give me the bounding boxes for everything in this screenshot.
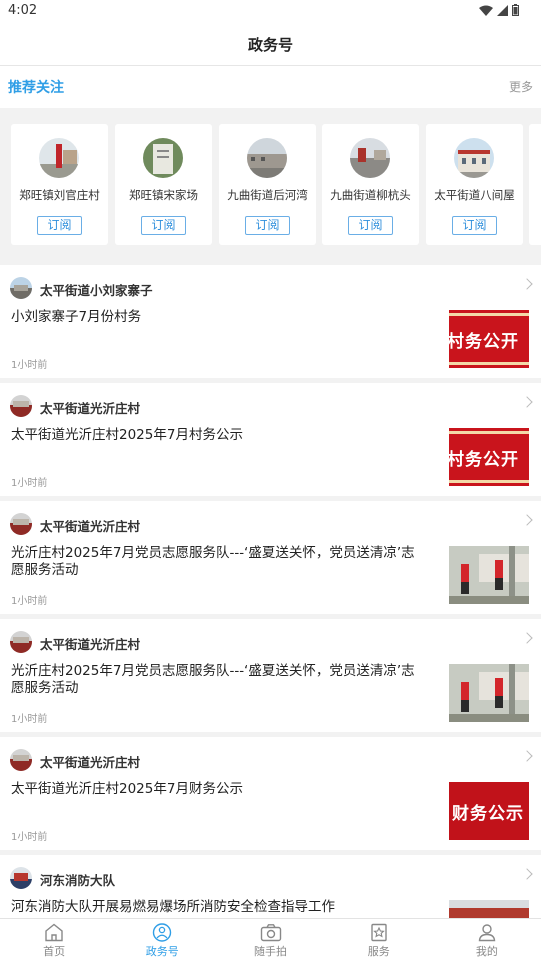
camera-icon [260, 924, 281, 942]
thumbnail-text: 村务公开 [449, 450, 519, 470]
source-name: 太平街道光沂庄村 [40, 755, 141, 770]
post-time: 1小时前 [11, 360, 48, 371]
account-name: 郑旺镇刘官庄村 [19, 188, 100, 202]
tab-label: 我的 [475, 945, 498, 958]
tab-label: 服务 [367, 945, 390, 958]
account-card[interactable] [529, 124, 541, 245]
source-name: 河东消防大队 [40, 873, 116, 888]
post-thumbnail: 村务公开 [449, 428, 529, 486]
feed-item[interactable]: 太平街道小刘家寨子 小刘家寨子7月份村务 1小时前 村务公开 [0, 265, 541, 378]
account-card[interactable]: 郑旺镇刘官庄村 订阅 [11, 124, 108, 245]
page-header: 政务号 [0, 22, 541, 66]
source-avatar [10, 395, 32, 417]
source-name: 太平街道小刘家寨子 [40, 283, 153, 298]
source-name: 太平街道光沂庄村 [40, 519, 141, 534]
account-name: 太平街道八间屋 [434, 188, 515, 202]
account-avatar [247, 138, 287, 178]
recommend-header: 推荐关注 更多 [0, 66, 541, 108]
wifi-icon [479, 5, 493, 16]
recommend-carousel[interactable]: 郑旺镇刘官庄村 订阅 郑旺镇宋家场 订阅 九曲街道后河湾 订阅 九曲街道柳杭头 … [0, 108, 541, 258]
page-title: 政务号 [247, 36, 293, 54]
signal-icon [497, 4, 508, 16]
thumbnail-text: 村务公开 [449, 332, 519, 352]
post-title: 光沂庄村2025年7月党员志愿服务队---‘盛夏送关怀，党员送清凉’志愿服务活动 [11, 545, 415, 578]
account-card[interactable]: 太平街道八间屋 订阅 [426, 124, 523, 245]
account-name: 九曲街道后河湾 [227, 188, 308, 202]
recommend-title: 推荐关注 [8, 80, 64, 96]
post-title: 太平街道光沂庄村2025年7月财务公示 [11, 781, 243, 797]
account-avatar [143, 138, 183, 178]
feed-item[interactable]: 太平街道光沂庄村 太平街道光沂庄村2025年7月村务公示 1小时前 村务公开 [0, 383, 541, 496]
thumbnail-text: 财务公示 [452, 804, 524, 824]
tab-label: 随手拍 [254, 945, 287, 958]
gov-account-icon [153, 923, 172, 942]
source-avatar [10, 749, 32, 771]
source-name: 太平街道光沂庄村 [40, 401, 141, 416]
account-card[interactable]: 九曲街道柳杭头 订阅 [322, 124, 419, 245]
chevron-right-icon [521, 868, 533, 880]
post-title: 光沂庄村2025年7月党员志愿服务队---‘盛夏送关怀，党员送清凉’志愿服务活动 [11, 663, 415, 696]
account-name: 郑旺镇宋家场 [129, 188, 198, 202]
post-time: 1小时前 [11, 714, 48, 725]
home-icon [45, 923, 63, 942]
subscribe-button[interactable]: 订阅 [348, 216, 393, 235]
account-name: 九曲街道柳杭头 [330, 188, 411, 202]
source-avatar [10, 631, 32, 653]
source-avatar [10, 277, 32, 299]
feed-item[interactable]: 太平街道光沂庄村 太平街道光沂庄村2025年7月财务公示 1小时前 财务公示 [0, 737, 541, 850]
post-time: 1小时前 [11, 832, 48, 843]
feed-item[interactable]: 河东消防大队 河东消防大队开展易燃易爆场所消防安全检查指导工作 [0, 855, 541, 919]
feed-item[interactable]: 太平街道光沂庄村 光沂庄村2025年7月党员志愿服务队---‘盛夏送关怀，党员送… [0, 501, 541, 614]
source-name: 太平街道光沂庄村 [40, 637, 141, 652]
tab-label: 首页 [43, 945, 66, 958]
chevron-right-icon [521, 396, 533, 408]
bottom-tab-bar: 首页 政务号 随手拍 服务 我的 [0, 918, 541, 962]
chevron-right-icon [521, 278, 533, 290]
account-card[interactable]: 郑旺镇宋家场 订阅 [115, 124, 212, 245]
chevron-right-icon [521, 514, 533, 526]
status-time: 4:02 [8, 3, 38, 18]
post-thumbnail: 财务公示 [449, 782, 529, 840]
tab-service[interactable]: 服务 [325, 919, 433, 962]
feed-item[interactable]: 太平街道光沂庄村 光沂庄村2025年7月党员志愿服务队---‘盛夏送关怀，党员送… [0, 619, 541, 732]
subscribe-button[interactable]: 订阅 [452, 216, 497, 235]
subscribe-button[interactable]: 订阅 [37, 216, 82, 235]
source-avatar [10, 513, 32, 535]
tab-home[interactable]: 首页 [0, 919, 108, 962]
post-time: 1小时前 [11, 478, 48, 489]
post-thumbnail: 村务公开 [449, 310, 529, 368]
account-card[interactable]: 九曲街道后河湾 订阅 [219, 124, 316, 245]
tab-gov-account[interactable]: 政务号 [108, 919, 216, 962]
account-avatar [350, 138, 390, 178]
account-avatar [39, 138, 79, 178]
post-time: 1小时前 [11, 596, 48, 607]
chevron-right-icon [521, 632, 533, 644]
subscribe-button[interactable]: 订阅 [141, 216, 186, 235]
post-thumbnail [449, 900, 529, 919]
chevron-right-icon [521, 750, 533, 762]
service-icon [371, 923, 387, 942]
subscribe-button[interactable]: 订阅 [245, 216, 290, 235]
source-avatar [10, 867, 32, 889]
post-thumbnail [449, 546, 529, 604]
post-thumbnail [449, 664, 529, 722]
tab-label: 政务号 [145, 945, 179, 958]
tab-profile[interactable]: 我的 [433, 919, 541, 962]
profile-icon [478, 924, 496, 942]
account-avatar [454, 138, 494, 178]
tab-snapshot[interactable]: 随手拍 [216, 919, 324, 962]
more-link[interactable]: 更多 [509, 78, 533, 95]
battery-icon [512, 4, 519, 16]
post-title: 太平街道光沂庄村2025年7月村务公示 [11, 427, 243, 443]
status-icons [479, 4, 519, 16]
post-title: 河东消防大队开展易燃易爆场所消防安全检查指导工作 [11, 899, 335, 915]
post-title: 小刘家寨子7月份村务 [11, 309, 142, 325]
status-bar: 4:02 [0, 0, 541, 22]
